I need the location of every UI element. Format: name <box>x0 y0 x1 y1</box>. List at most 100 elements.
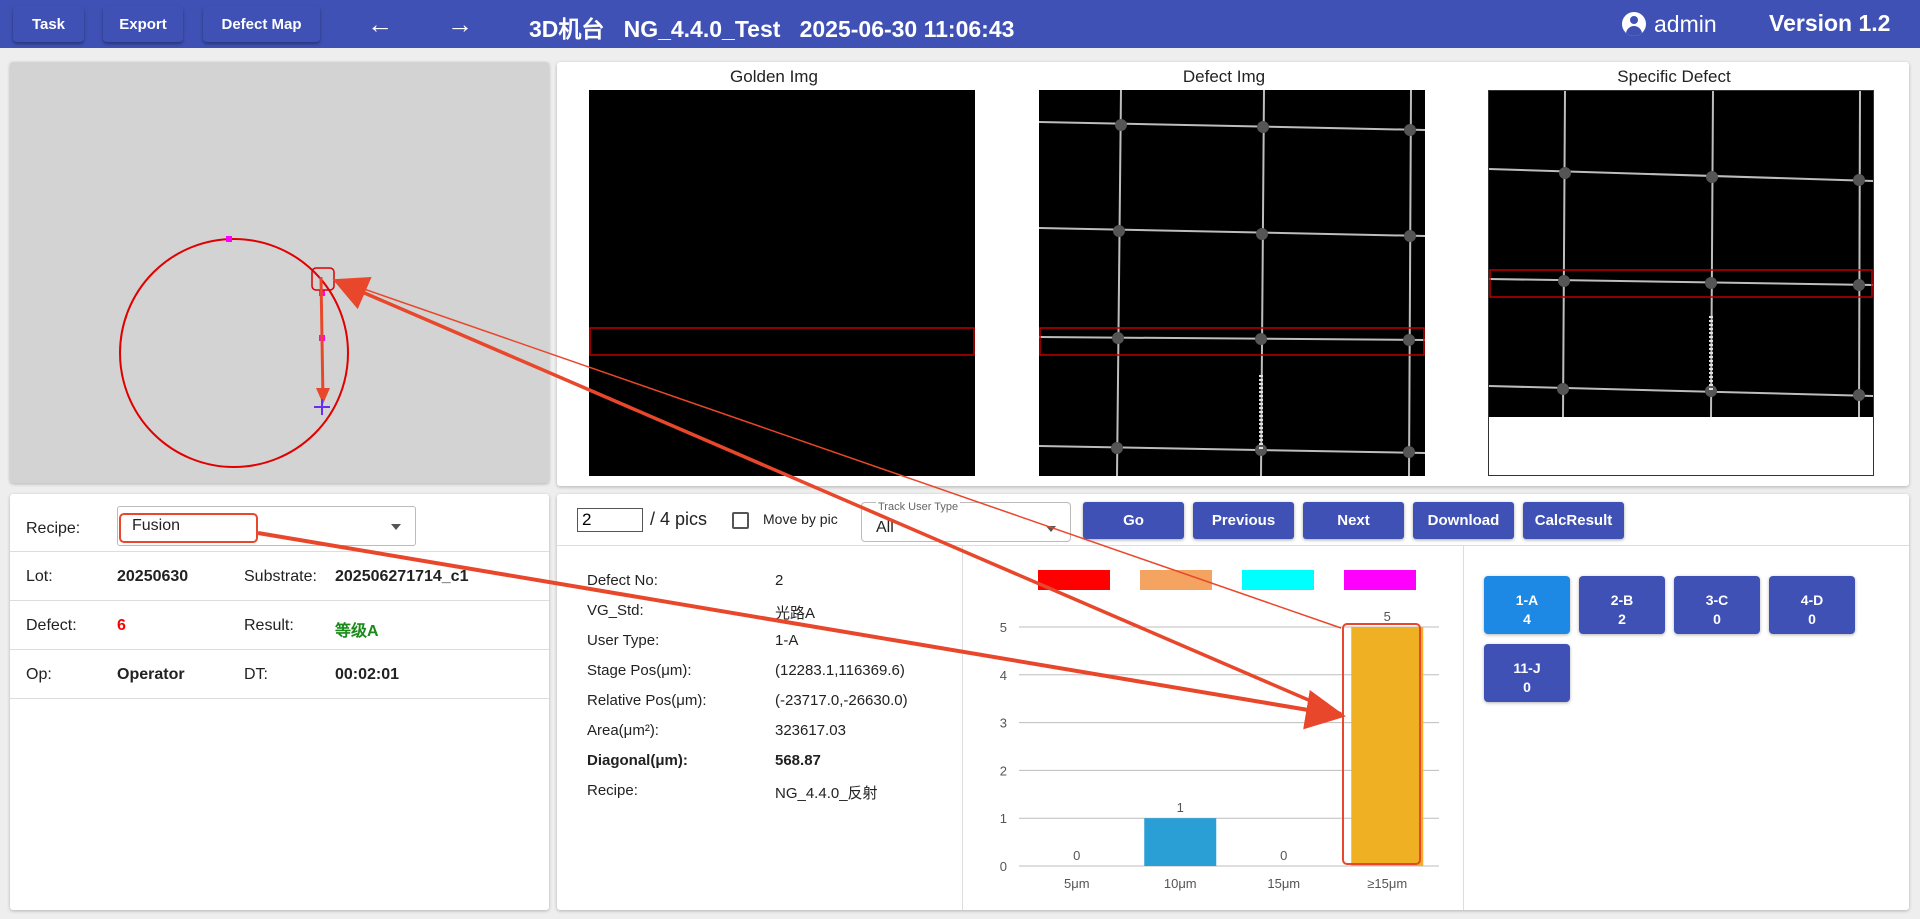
go-button[interactable]: Go <box>1083 502 1184 539</box>
detail-label: Recipe: <box>587 782 638 799</box>
recipe-row: Recipe: Fusion <box>10 494 549 552</box>
user-type-button-3c[interactable]: 3-C 0 <box>1674 576 1760 634</box>
lot-info-panel: Recipe: Fusion Lot: 20250630 Substrate: … <box>10 494 549 910</box>
wafer-outline <box>119 238 349 468</box>
download-button[interactable]: Download <box>1413 502 1514 539</box>
wafer-map-panel[interactable] <box>10 62 549 483</box>
y-tick-label: 2 <box>1000 763 1007 778</box>
defect-row: Defect: 6 Result: 等级A <box>10 601 549 650</box>
user-type-name: 4-D <box>1800 591 1824 608</box>
detail-label: User Type: <box>587 632 660 649</box>
task-button[interactable]: Task <box>13 6 84 42</box>
recipe-name: NG_4.4.0_Test <box>623 16 781 42</box>
detail-label: Diagonal(μm): <box>587 752 688 769</box>
defect-point[interactable] <box>226 236 232 242</box>
data-label: 1 <box>1177 800 1184 815</box>
detail-label: VG_Std: <box>587 602 644 619</box>
recipe-selected-value: Fusion <box>132 517 181 534</box>
images-panel: Golden Img Defect Img Specific Defect <box>557 62 1909 486</box>
defect-img-title: Defect Img <box>1182 67 1266 86</box>
detail-value: 323617.03 <box>775 722 846 739</box>
timestamp: 2025-06-30 11:06:43 <box>799 16 1015 42</box>
back-arrow-icon[interactable]: ← <box>367 8 393 40</box>
result-value: 等级A <box>335 623 379 640</box>
y-tick-label: 3 <box>1000 716 1007 731</box>
user-type-count: 0 <box>1523 678 1531 695</box>
defect-map-button[interactable]: Defect Map <box>203 6 320 42</box>
wafer-map[interactable] <box>10 62 549 483</box>
account-circle-icon[interactable] <box>1622 12 1646 36</box>
legend-swatch <box>1242 570 1314 590</box>
golden-image[interactable] <box>589 90 975 476</box>
detail-label: Relative Pos(μm): <box>587 692 707 709</box>
specific-defect-image[interactable] <box>1489 91 1873 417</box>
page-number-input[interactable] <box>577 508 643 532</box>
defect-image[interactable] <box>1039 90 1425 476</box>
specific-defect-frame <box>1488 90 1874 476</box>
golden-img-title: Golden Img <box>730 67 818 86</box>
top-app-bar: Task Export Defect Map ← → 3D机台 NG_4.4.0… <box>0 0 1920 48</box>
selected-defect-marker <box>311 267 335 291</box>
y-tick-label: 4 <box>1000 668 1007 683</box>
detail-value: 光路A <box>775 605 816 622</box>
forward-arrow-icon[interactable]: → <box>447 8 473 40</box>
lot-label: Lot: <box>26 568 53 585</box>
detail-value: (-23717.0,-26630.0) <box>775 692 908 709</box>
x-tick-label: 5μm <box>1064 876 1090 891</box>
recipe-select[interactable]: Fusion <box>117 506 416 546</box>
operator-row: Op: Operator DT: 00:02:01 <box>10 650 549 699</box>
legend-swatch <box>1038 570 1110 590</box>
move-by-pic-checkbox[interactable] <box>732 512 749 529</box>
machine-name: 3D机台 <box>529 16 605 42</box>
user-type-count: 4 <box>1523 610 1531 627</box>
user-type-button-4d[interactable]: 4-D 0 <box>1769 576 1855 634</box>
user-type-name: 11-J <box>1513 659 1541 676</box>
lot-row: Lot: 20250630 Substrate: 202506271714_c1 <box>10 552 549 601</box>
track-user-type-select[interactable]: Track User Type All <box>861 501 1071 542</box>
user-type-count: 0 <box>1808 610 1816 627</box>
dt-value: 00:02:01 <box>335 666 400 683</box>
path-arrow <box>319 276 325 401</box>
detail-label: Stage Pos(μm): <box>587 662 692 679</box>
export-button[interactable]: Export <box>103 6 183 42</box>
substrate-label: Substrate: <box>244 568 317 585</box>
user-type-name: 1-A <box>1515 591 1539 608</box>
dropdown-caret-icon <box>1046 526 1056 532</box>
track-user-type-value: All <box>876 519 894 536</box>
data-label: 5 <box>1384 609 1391 624</box>
detail-value: 568.87 <box>775 752 821 769</box>
dt-label: DT: <box>244 666 268 683</box>
legend-swatch <box>1140 570 1212 590</box>
lot-value: 20250630 <box>117 568 189 585</box>
x-tick-label: 10μm <box>1164 876 1197 891</box>
previous-button[interactable]: Previous <box>1193 502 1294 539</box>
bar <box>1351 627 1424 866</box>
y-tick-label: 5 <box>1000 620 1007 635</box>
user-type-count: 0 <box>1713 610 1721 627</box>
detail-value: (12283.1,116369.6) <box>775 662 905 679</box>
calc-result-button[interactable]: CalcResult <box>1523 502 1624 539</box>
user-type-button-1a[interactable]: 1-A 4 <box>1484 576 1570 634</box>
detail-value: 1-A <box>775 632 799 649</box>
user-type-button-11j[interactable]: 11-J 0 <box>1484 644 1570 702</box>
y-tick-label: 1 <box>1000 811 1007 826</box>
next-button[interactable]: Next <box>1303 502 1404 539</box>
op-value: Operator <box>117 666 185 683</box>
defect-size-chart: 0 1 2 3 4 5 0 5μm 1 10μm 0 15μm 5 ≥15μm <box>1000 570 1439 891</box>
data-label: 0 <box>1280 848 1287 863</box>
track-user-type-label: Track User Type <box>876 501 961 513</box>
defect-count: 6 <box>117 617 126 634</box>
user-name[interactable]: admin <box>1654 11 1717 38</box>
user-type-count: 2 <box>1618 610 1626 627</box>
result-label: Result: <box>244 617 294 634</box>
user-type-button-2b[interactable]: 2-B 2 <box>1579 576 1665 634</box>
version-label: Version 1.2 <box>1769 10 1891 36</box>
op-label: Op: <box>26 666 52 683</box>
detail-label: Defect No: <box>587 572 658 589</box>
x-tick-label: 15μm <box>1267 876 1300 891</box>
legend-swatch <box>1344 570 1416 590</box>
user-type-name: 2-B <box>1610 591 1634 608</box>
detail-label: Area(μm²): <box>587 722 659 739</box>
x-tick-label: ≥15μm <box>1367 876 1407 891</box>
recipe-label: Recipe: <box>26 520 81 537</box>
